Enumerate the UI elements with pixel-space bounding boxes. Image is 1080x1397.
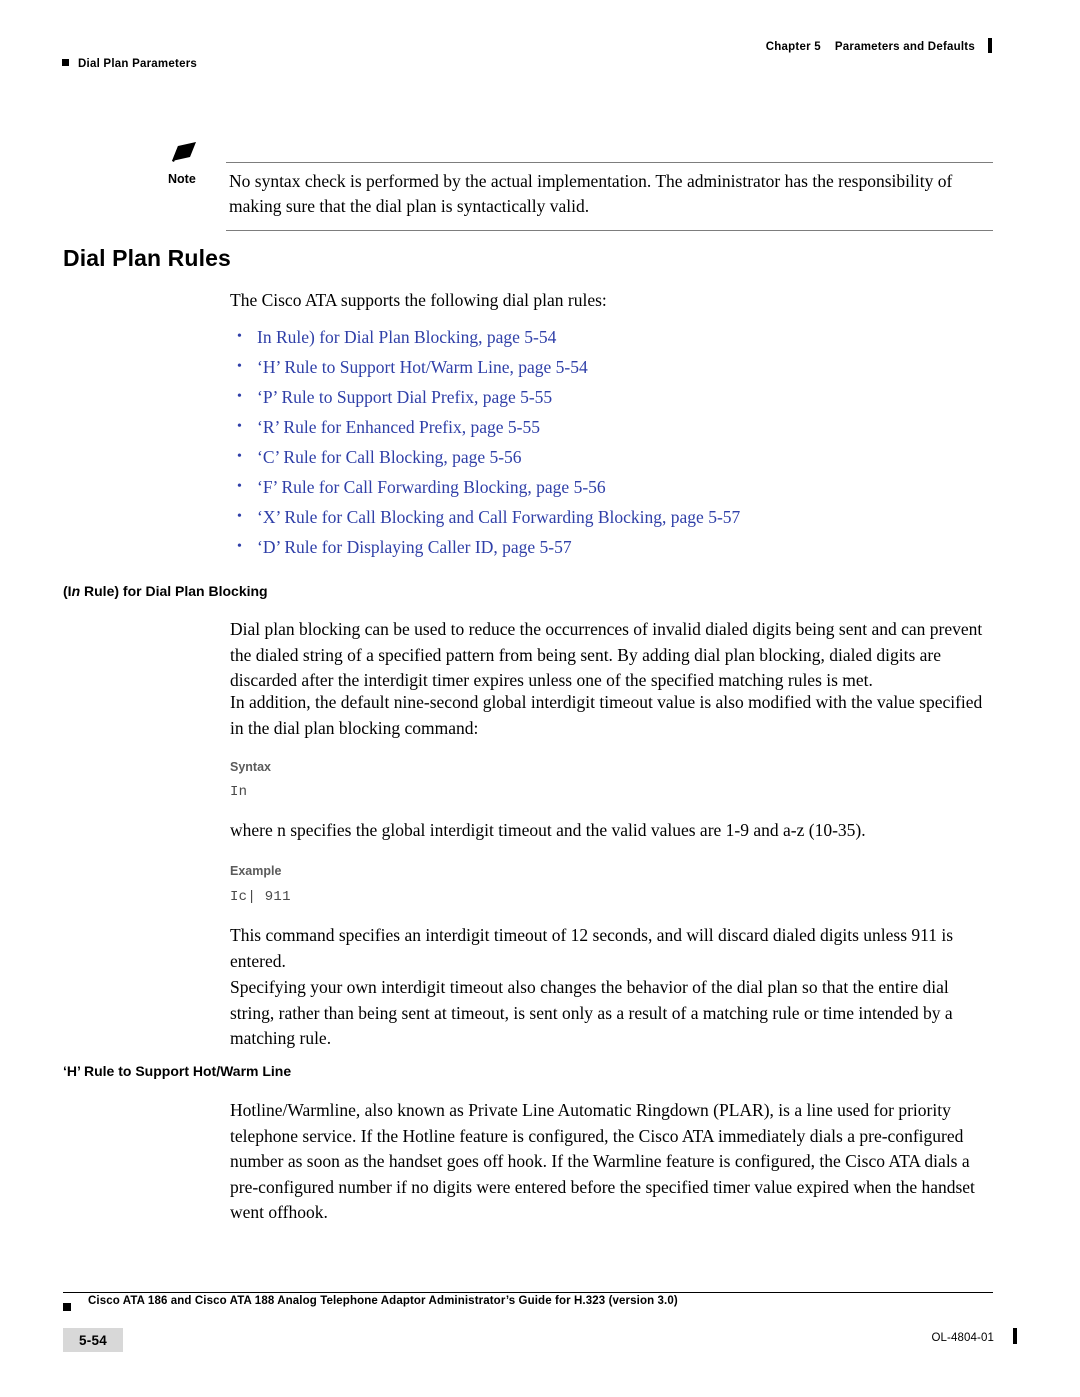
header-chapter: Chapter 5 xyxy=(765,41,821,53)
subheading-in-rule: (In Rule) for Dial Plan Blocking xyxy=(63,583,268,599)
header-left: Dial Plan Parameters xyxy=(62,58,197,70)
list-item[interactable]: ‘X’ Rule for Call Blocking and Call Forw… xyxy=(233,502,993,532)
footer-rule-bar xyxy=(1013,1328,1017,1344)
cross-reference-list: In Rule) for Dial Plan Blocking, page 5-… xyxy=(233,322,993,562)
example-code: Ic| 911 xyxy=(230,889,291,905)
syntax-code: In xyxy=(230,784,248,800)
paragraph-blocking-2: In addition, the default nine-second glo… xyxy=(230,692,983,738)
header-right: Chapter 5 Parameters and Defaults xyxy=(766,38,992,53)
paragraph-blocking-1: Dial plan blocking can be used to reduce… xyxy=(230,619,983,690)
footer-bullet-square xyxy=(63,1303,71,1311)
paragraph-blocking-4: Specifying your own interdigit timeout a… xyxy=(230,977,953,1048)
list-item[interactable]: In Rule) for Dial Plan Blocking, page 5-… xyxy=(233,322,993,352)
document-id: OL-4804-01 xyxy=(931,1332,994,1344)
subheading-h-rule: ‘H’ Rule to Support Hot/Warm Line xyxy=(63,1063,292,1079)
example-label: Example xyxy=(230,864,282,878)
header-bullet-square xyxy=(62,59,69,66)
list-item[interactable]: ‘H’ Rule to Support Hot/Warm Line, page … xyxy=(233,352,993,382)
note-bottom-divider xyxy=(226,230,993,231)
list-item[interactable]: ‘P’ Rule to Support Dial Prefix, page 5-… xyxy=(233,382,993,412)
paragraph-where: where n specifies the global interdigit … xyxy=(230,820,866,840)
note-label: Note xyxy=(168,172,196,186)
list-item[interactable]: ‘D’ Rule for Displaying Caller ID, page … xyxy=(233,532,993,562)
page-title: Dial Plan Rules xyxy=(63,245,231,271)
list-item[interactable]: ‘F’ Rule for Call Forwarding Blocking, p… xyxy=(233,472,993,502)
list-item[interactable]: ‘C’ Rule for Call Blocking, page 5-56 xyxy=(233,442,993,472)
list-item[interactable]: ‘R’ Rule for Enhanced Prefix, page 5-55 xyxy=(233,412,993,442)
page-header: Dial Plan Parameters Chapter 5 Parameters… xyxy=(62,38,992,72)
section-intro-paragraph: The Cisco ATA supports the following dia… xyxy=(230,290,607,310)
subheading-italic: n xyxy=(71,583,81,599)
subheading-prefix: (I xyxy=(63,583,72,599)
footer-divider xyxy=(63,1292,993,1293)
document-page: Dial Plan Parameters Chapter 5 Parameters… xyxy=(0,0,1080,1397)
pencil-icon xyxy=(170,140,204,164)
note-text: No syntax check is performed by the actu… xyxy=(229,171,953,216)
paragraph-blocking-3: This command specifies an interdigit tim… xyxy=(230,925,954,971)
syntax-label: Syntax xyxy=(230,760,271,774)
page-number: 5-54 xyxy=(63,1328,123,1352)
header-left-label: Dial Plan Parameters xyxy=(78,58,198,70)
note-top-divider xyxy=(226,162,993,163)
footer-document-title: Cisco ATA 186 and Cisco ATA 188 Analog T… xyxy=(88,1295,678,1307)
header-chapter-title: Parameters and Defaults xyxy=(834,41,975,53)
header-rule-bar xyxy=(988,38,992,53)
subheading-suffix: Rule) for Dial Plan Blocking xyxy=(80,583,268,599)
paragraph-hotline: Hotline/Warmline, also known as Private … xyxy=(230,1100,975,1222)
